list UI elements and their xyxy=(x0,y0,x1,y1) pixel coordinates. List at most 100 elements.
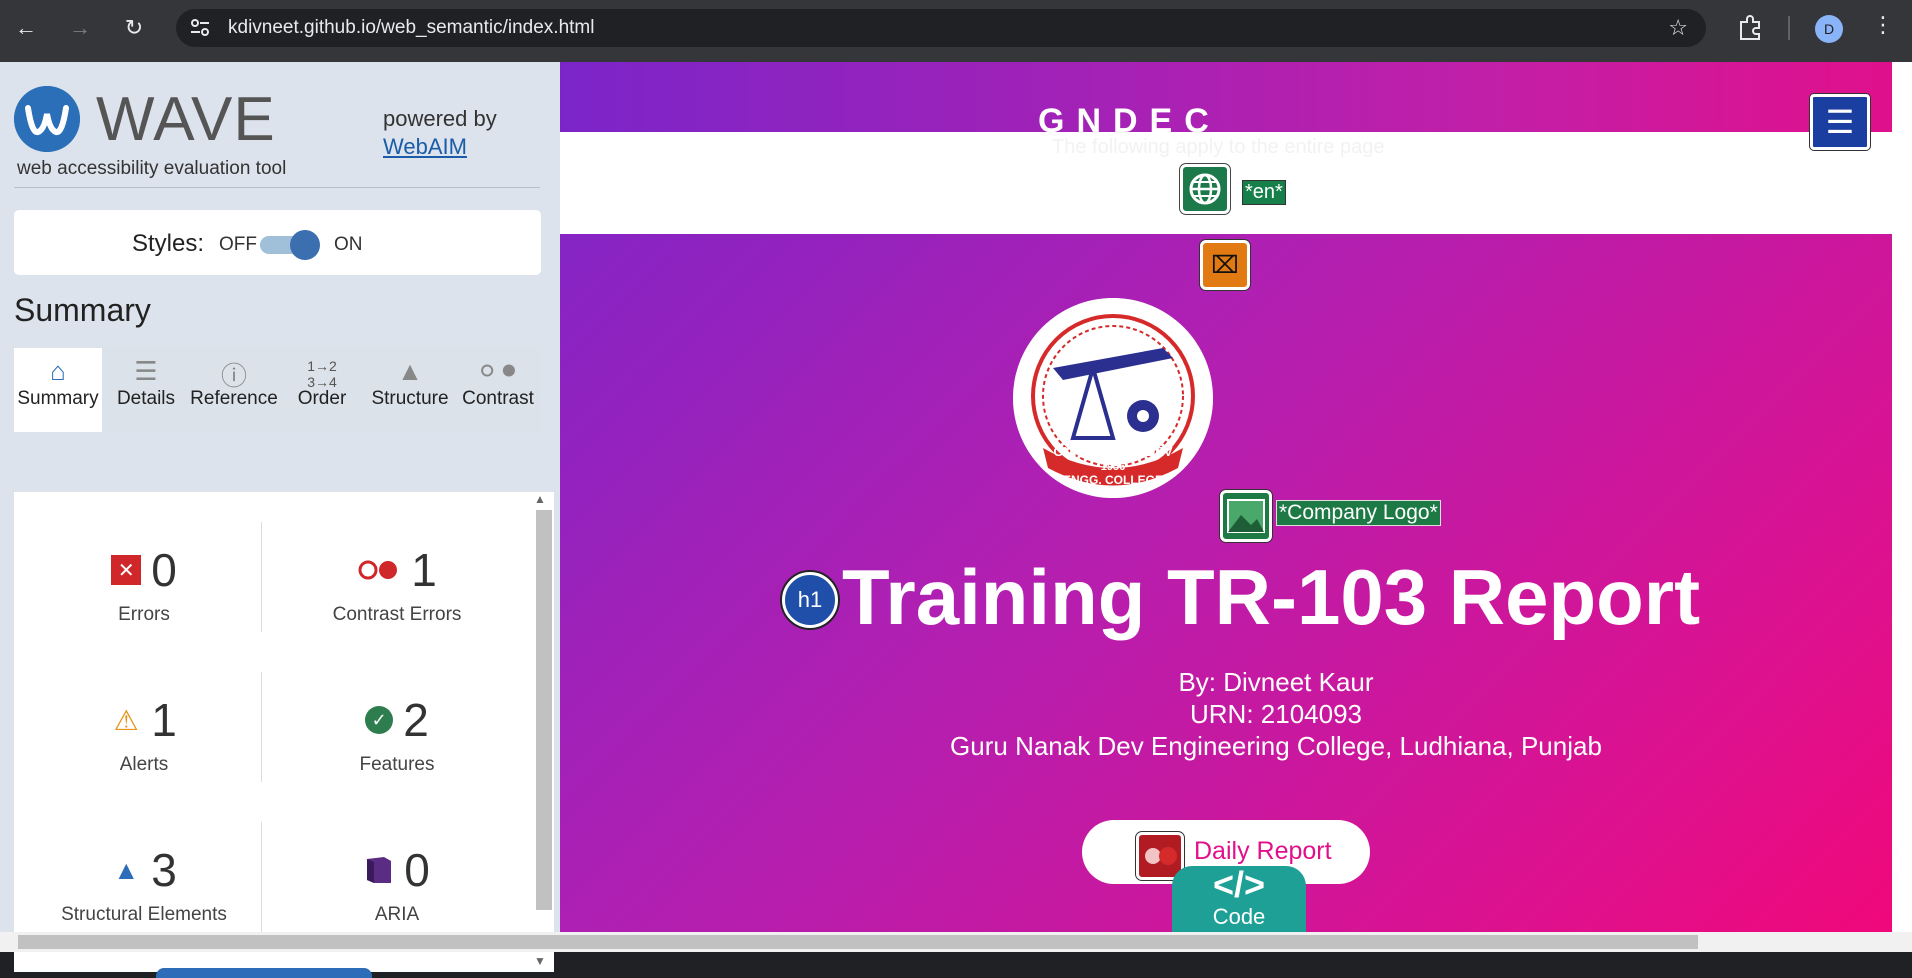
stat-label: Contrast Errors xyxy=(332,604,462,625)
apply-notice-text: The following apply to the entire page xyxy=(1052,136,1385,158)
tab-order[interactable]: 1→2 3→4 Order xyxy=(278,348,366,432)
feature-icon: ✓ xyxy=(365,706,394,734)
stat-count: 2 xyxy=(403,694,429,746)
divider xyxy=(261,672,262,782)
address-bar[interactable]: kdivneet.github.io/web_semantic/index.ht… xyxy=(176,9,1706,47)
stat-aria[interactable]: 0 ARIA xyxy=(282,840,512,926)
forward-icon[interactable]: → xyxy=(64,12,96,44)
tab-contrast[interactable]: ⚪⚫ Contrast xyxy=(454,348,542,432)
scroll-down-icon[interactable]: ▼ xyxy=(534,954,546,968)
alert-icon: ⚠ xyxy=(113,704,139,736)
horizontal-scroll-thumb[interactable] xyxy=(18,935,1698,949)
tab-label: Summary xyxy=(17,388,99,409)
divider xyxy=(261,822,262,932)
author-name: By: Divneet Kaur xyxy=(1178,667,1374,697)
code-icon: </> xyxy=(1212,864,1266,905)
stat-label: Features xyxy=(359,754,435,775)
logo-text-line1: GURU NANAK DEV xyxy=(1053,444,1173,459)
order-icon: 1→2 3→4 xyxy=(307,358,337,390)
page-vertical-scrollbar[interactable] xyxy=(1892,62,1912,932)
profile-avatar[interactable]: D xyxy=(1815,15,1843,43)
page-title: Training TR-103 Report xyxy=(842,553,1701,641)
code-toggle-button[interactable]: </> Code xyxy=(1172,866,1306,932)
college-logo: GURU NANAK DEV 1956 ENGG. COLLEGE xyxy=(1013,298,1213,498)
stat-errors[interactable]: ✕ 0 Errors xyxy=(29,540,259,626)
code-label: Code xyxy=(1212,904,1266,929)
css-icon[interactable]: ☰ xyxy=(1810,94,1870,150)
tab-details[interactable]: ☰ Details xyxy=(102,348,190,432)
structure-icon: ▲ xyxy=(397,356,423,386)
language-tag: *en* xyxy=(1242,180,1286,205)
stat-features[interactable]: ✓ 2 Features xyxy=(282,690,512,776)
site-header: GNDEC xyxy=(560,62,1892,140)
stat-label: Structural Elements xyxy=(61,904,227,925)
back-icon[interactable]: ← xyxy=(10,12,42,44)
wave-sidebar: WAVE web accessibility evaluation tool p… xyxy=(0,62,560,978)
summary-heading: Summary xyxy=(14,292,151,328)
page-viewport: GNDEC The following apply to the entire … xyxy=(560,62,1892,932)
stat-label: ARIA xyxy=(374,904,420,925)
panel-scrollbar[interactable]: ▲ ▼ xyxy=(532,492,554,972)
webaim-link[interactable]: WebAIM xyxy=(383,134,467,160)
wave-logo-icon xyxy=(14,86,80,152)
browser-menu-icon[interactable]: ⋮ xyxy=(1872,12,1894,38)
info-icon: ⓘ xyxy=(220,361,247,391)
image-glyph xyxy=(1227,499,1265,533)
author-college: Guru Nanak Dev Engineering College, Ludh… xyxy=(950,731,1602,761)
h1-structure-icon[interactable]: h1 xyxy=(782,572,838,628)
logo-year: 1956 xyxy=(1101,461,1125,473)
globe-glyph xyxy=(1189,173,1221,205)
tab-label: Reference xyxy=(190,388,278,409)
divider xyxy=(14,187,540,188)
styles-off-label: OFF xyxy=(219,234,257,255)
powered-by-text: powered by xyxy=(383,106,497,131)
home-icon: ⌂ xyxy=(50,356,66,386)
structure-icon: ▲ xyxy=(113,854,140,885)
styles-toggle-panel: Styles: OFF ON xyxy=(14,210,541,275)
wave-subtitle: web accessibility evaluation tool xyxy=(17,158,287,179)
tab-summary[interactable]: ⌂ Summary xyxy=(14,348,102,432)
bookmark-star-icon[interactable]: ☆ xyxy=(1668,15,1688,41)
logo-text-line2: ENGG. COLLEGE xyxy=(1063,473,1163,487)
tab-label: Order xyxy=(297,388,347,409)
stat-alerts[interactable]: ⚠ 1 Alerts xyxy=(29,690,259,776)
wave-title: WAVE xyxy=(96,85,276,154)
tab-structure[interactable]: ▲ Structure xyxy=(366,348,454,432)
tab-label: Structure xyxy=(371,388,449,409)
list-icon: ☰ xyxy=(134,356,158,386)
divider xyxy=(261,522,262,632)
summary-panel: ✕ 0 Errors 1 Contrast Errors ⚠ 1 Alerts xyxy=(14,492,554,978)
styles-label: Styles: xyxy=(132,230,205,257)
view-details-button[interactable] xyxy=(156,968,372,978)
site-settings-icon[interactable] xyxy=(190,19,210,37)
page-wide-notice: The following apply to the entire page *… xyxy=(560,132,1892,234)
author-urn: URN: 2104093 xyxy=(1190,699,1362,729)
stat-count: 0 xyxy=(151,544,177,596)
stat-count: 3 xyxy=(151,844,177,896)
extensions-icon[interactable] xyxy=(1736,14,1764,42)
daily-report-label[interactable]: Daily Report xyxy=(1194,837,1332,866)
stat-count: 1 xyxy=(411,544,437,596)
image-alt-feature-icon[interactable] xyxy=(1220,490,1272,542)
aria-icon xyxy=(367,857,392,883)
wave-tabs: ⌂ Summary ☰ Details ⓘ Reference 1→2 3→4 O… xyxy=(14,348,541,432)
scroll-up-icon[interactable]: ▲ xyxy=(534,492,546,506)
scroll-thumb[interactable] xyxy=(536,510,552,910)
stat-contrast-errors[interactable]: 1 Contrast Errors xyxy=(282,540,512,626)
error-icon: ✕ xyxy=(111,555,142,585)
broken-image-alert-icon[interactable]: ⌧ xyxy=(1200,240,1250,290)
contrast-icon: ⚪⚫ xyxy=(476,356,520,386)
logo-alt-tag: *Company Logo* xyxy=(1276,500,1441,526)
tab-label: Contrast xyxy=(462,388,534,409)
globe-icon[interactable] xyxy=(1180,164,1230,214)
author-info: By: Divneet Kaur URN: 2104093 Guru Nanak… xyxy=(560,666,1892,762)
reload-icon[interactable]: ↻ xyxy=(118,12,150,44)
toolbar-divider xyxy=(1788,16,1790,40)
tab-label: Details xyxy=(116,388,176,409)
stat-structural-elements[interactable]: ▲ 3 Structural Elements xyxy=(29,840,259,926)
page-horizontal-scrollbar[interactable] xyxy=(0,932,1912,952)
styles-on-label: ON xyxy=(334,234,363,255)
tab-reference[interactable]: ⓘ Reference xyxy=(190,348,278,432)
url-text[interactable]: kdivneet.github.io/web_semantic/index.ht… xyxy=(228,17,594,39)
styles-toggle-knob[interactable] xyxy=(290,230,320,260)
